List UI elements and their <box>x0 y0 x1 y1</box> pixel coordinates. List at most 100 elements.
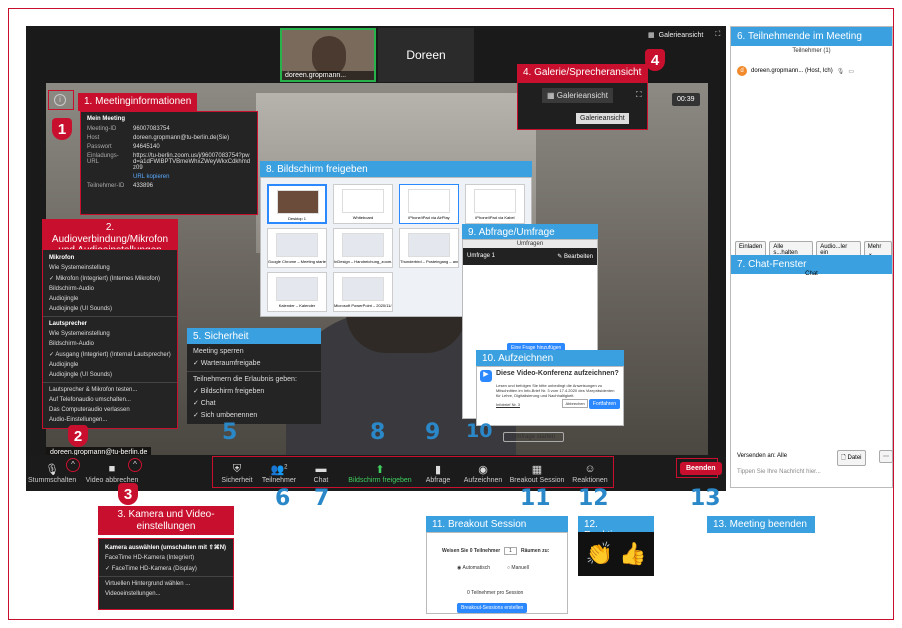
security-permission[interactable]: ✓ Sich umbenennen <box>187 409 321 421</box>
security-permission[interactable]: ✓ Chat <box>187 397 321 409</box>
speaker-option[interactable]: Audiojingle (UI Sounds) <box>43 370 177 380</box>
video-options-chevron-icon[interactable]: ^ <box>128 458 142 472</box>
share-tile-label: Microsoft PowerPoint – 2020/11/... <box>334 303 392 308</box>
share-tile[interactable]: Thunderbird – Posteingang – ann... <box>399 228 459 268</box>
speaker-option[interactable]: ✓ Ausgang (Integriert) (Internal Lautspr… <box>43 349 177 360</box>
audio-menu-action[interactable]: Auf Telefonaudio umschalten... <box>43 395 177 405</box>
speaker-option[interactable]: Bildschirm-Audio <box>43 339 177 349</box>
number-3: 3 <box>118 483 138 505</box>
breakout-window: Weisen Sie 0 Teilnehmer 1 Räumen zu: ◉ Aut… <box>426 532 568 614</box>
security-option[interactable]: Meeting sperren <box>187 346 321 357</box>
menu-divider <box>99 576 233 577</box>
number-5: 5 <box>222 420 238 445</box>
poll-button[interactable]: ▮ Abfrage <box>420 463 456 484</box>
participant-name: doreen.gropmann... (Host, Ich) <box>751 68 833 74</box>
share-tile-preview <box>474 189 516 213</box>
poll-edit[interactable]: ✎ Bearbeiten <box>557 253 593 260</box>
participant-thumbnail-doreen[interactable]: Doreen <box>378 28 474 82</box>
security-permission[interactable]: ✓ Bildschirm freigeben <box>187 385 321 397</box>
share-tile-label: iPhone/iPad via AirPlay <box>408 215 450 220</box>
record-cancel-button[interactable]: Abbrechen <box>562 399 588 409</box>
breakout-rooms-label: Räumen zu: <box>520 548 550 554</box>
reactions-button[interactable]: ☺ Reaktionen <box>568 463 612 484</box>
file-button[interactable]: 🗋 Datei <box>837 450 866 466</box>
breakout-label: Breakout Session <box>509 477 565 484</box>
microphone-option[interactable]: ✓ Mikrofon (Integriert) (Internes Mikrof… <box>43 273 177 284</box>
chat-input[interactable]: Tippen Sie Ihre Nachricht hier... <box>737 469 821 475</box>
create-breakout-button[interactable]: Breakout-Sessions erstellen <box>457 603 528 613</box>
share-tile[interactable]: iPhone/iPad via AirPlay <box>399 184 459 224</box>
fullscreen-icon[interactable]: ⛶ <box>636 90 642 100</box>
microphone-option[interactable]: Audiojingle <box>43 294 177 304</box>
audio-menu-action[interactable]: Das Computeraudio verlassen <box>43 405 177 415</box>
share-tile[interactable]: Kalender – Kalender <box>267 272 327 312</box>
share-tile[interactable]: Google Chrome – Meeting starten <box>267 228 327 268</box>
share-tile[interactable]: InDesign – Handreichung_zoom.in... <box>333 228 393 268</box>
manual-label: Manuell <box>511 565 529 571</box>
start-poll-button[interactable]: Umfrage starten <box>503 432 565 442</box>
label-record: 10. Aufzeichnen <box>476 350 624 367</box>
clap-icon[interactable]: 👏 <box>586 541 613 567</box>
participant-thumbnail[interactable]: doreen.gropmann... <box>280 28 376 82</box>
microphone-option[interactable]: Audiojingle (UI Sounds) <box>43 304 177 314</box>
audio-menu-action[interactable]: Lautsprecher & Mikrofon testen... <box>43 385 177 395</box>
security-button[interactable]: ⛨ Sicherheit <box>218 463 256 484</box>
reactions-panel: 👏 👍 <box>578 532 654 576</box>
fullscreen-icon[interactable]: ⛶ <box>715 31 720 39</box>
more-options-icon[interactable]: ⋯ <box>879 450 893 463</box>
meeting-info-value[interactable]: URL kopieren <box>133 174 169 180</box>
share-screen-button[interactable]: ⬆ Bildschirm freigeben <box>344 463 416 484</box>
camera-option[interactable]: ✓ FaceTime HD-Kamera (Display) <box>99 563 233 574</box>
breakout-button[interactable]: ▦ Breakout Session <box>508 463 566 484</box>
more-label: Mehr <box>867 244 882 250</box>
breakout-count-stepper[interactable]: 1 <box>504 547 517 555</box>
meeting-info-value: 96007083754 <box>133 126 170 132</box>
menu-divider <box>43 316 177 317</box>
send-to-selector[interactable]: Versenden an: Alle <box>737 453 787 459</box>
info-icon[interactable]: i <box>54 94 66 106</box>
chat-icon: ▬ <box>315 463 327 475</box>
participant-row[interactable]: d doreen.gropmann... (Host, Ich) 🎙 ▭ <box>731 56 892 86</box>
share-tile[interactable]: iPhone/iPad via Kabel <box>465 184 525 224</box>
chat-header: Chat <box>805 271 818 277</box>
speaker-option[interactable]: Audiojingle <box>43 360 177 370</box>
meeting-info-key: Einladungs-URL <box>87 153 119 165</box>
thumbs-up-icon[interactable]: 👍 <box>619 541 646 567</box>
avatar: d <box>737 66 747 76</box>
microphone-icon[interactable]: 🎙 <box>837 68 845 75</box>
meeting-info-row: Teilnehmer-ID 433896 <box>87 183 251 189</box>
chat-button[interactable]: ▬ Chat <box>306 463 336 484</box>
participants-button[interactable]: 👥2 Teilnehmer <box>258 463 300 484</box>
share-tile[interactable]: Microsoft PowerPoint – 2020/11/... <box>333 272 393 312</box>
speaker-option[interactable]: Wie Systemeinstellung <box>43 329 177 339</box>
gallery-button[interactable]: ▦ Galerieansicht <box>542 88 613 103</box>
microphone-option[interactable]: Wie Systemeinstellung <box>43 263 177 273</box>
camera-option[interactable]: Videoeinstellungen... <box>99 589 233 599</box>
record-button[interactable]: ◉ Aufzeichnen <box>462 463 504 484</box>
mute-label: Stummschalten <box>28 477 77 484</box>
auto-radio[interactable]: ◉ Automatisch <box>457 565 490 571</box>
camera-option[interactable]: Virtuellen Hintergrund wählen ... <box>99 579 233 589</box>
meeting-info-row: Passwort 94645140 <box>87 144 251 150</box>
camera-option[interactable]: FaceTime HD-Kamera (Integriert) <box>99 553 233 563</box>
meeting-info-row: Meeting-ID 96007083754 <box>87 126 251 132</box>
infobrief-link[interactable]: Infobrief Nr. 3 <box>496 402 520 407</box>
share-tile[interactable]: Desktop 1 <box>267 184 327 224</box>
share-tile[interactable]: Whiteboard <box>333 184 393 224</box>
security-option[interactable]: ✓ Warteraumfreigabe <box>187 357 321 369</box>
manual-radio[interactable]: ○ Manuell <box>507 565 529 571</box>
number-6: 6 <box>275 486 291 511</box>
microphone-option[interactable]: Bildschirm-Audio <box>43 284 177 294</box>
camera-icon[interactable]: ▭ <box>848 68 854 75</box>
record-continue-button[interactable]: Fortfahren <box>588 399 620 410</box>
meeting-info-panel: Mein Meeting Meeting-ID 96007083754 Host do… <box>80 111 258 215</box>
security-subheading: Teilnehmern die Erlaubnis geben: <box>193 376 297 383</box>
meeting-info-row: Einladungs-URL https://tu-berlin.zoom.us/… <box>87 153 251 171</box>
label-end: 13. Meeting beenden <box>707 516 815 533</box>
meeting-info-key: Meeting-ID <box>87 126 117 132</box>
audio-options-chevron-icon[interactable]: ^ <box>66 458 80 472</box>
share-tile-preview <box>276 233 318 257</box>
share-tile-preview <box>342 189 384 213</box>
audio-menu-action[interactable]: Audio-Einstellungen... <box>43 415 177 425</box>
gallery-view-toggle[interactable]: ▦ Galerieansicht ⛶ <box>648 31 720 39</box>
